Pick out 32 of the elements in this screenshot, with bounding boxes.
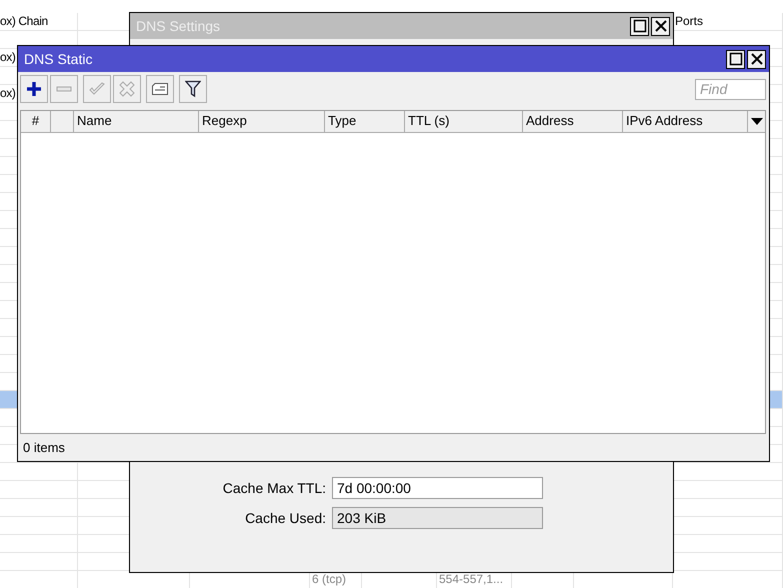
check-icon bbox=[89, 82, 105, 96]
window-title: DNS Static bbox=[24, 51, 92, 67]
cross-icon bbox=[119, 81, 135, 97]
note-icon bbox=[151, 82, 169, 96]
field-label: Cache Used: bbox=[244, 510, 326, 526]
close-button[interactable] bbox=[651, 16, 670, 36]
column-header[interactable]: Regexp bbox=[199, 111, 325, 132]
table-cell: ox) bbox=[0, 50, 16, 64]
column-header[interactable]: Name bbox=[74, 111, 199, 132]
table-cell: 6 (tcp) bbox=[312, 572, 346, 586]
column-header[interactable]: Address bbox=[523, 111, 623, 132]
minus-icon bbox=[56, 86, 72, 92]
table-cell: Ports bbox=[675, 14, 704, 28]
input-field[interactable]: 7d 00:00:00 bbox=[332, 477, 543, 499]
field-label: Cache Max TTL: bbox=[222, 480, 326, 496]
column-header[interactable]: TTL (s) bbox=[405, 111, 523, 132]
maximize-button[interactable] bbox=[726, 50, 745, 68]
column-header[interactable]: Type bbox=[325, 111, 405, 132]
close-button[interactable] bbox=[747, 50, 766, 68]
filter-icon bbox=[185, 80, 201, 98]
search-field[interactable]: Find bbox=[695, 78, 766, 100]
table-cell: 554-557,1... bbox=[439, 572, 504, 586]
status-text: 0 items bbox=[23, 440, 65, 455]
table-cell: ox) Chain bbox=[0, 14, 48, 28]
caret-icon bbox=[750, 118, 762, 125]
filter-button[interactable] bbox=[179, 75, 207, 103]
plus-icon bbox=[26, 81, 42, 97]
maximize-button[interactable] bbox=[630, 16, 649, 36]
table-cell: ox) bbox=[0, 86, 16, 100]
add-button[interactable] bbox=[20, 75, 48, 103]
column-header[interactable]: # bbox=[21, 111, 51, 132]
comment-button[interactable] bbox=[146, 75, 174, 103]
